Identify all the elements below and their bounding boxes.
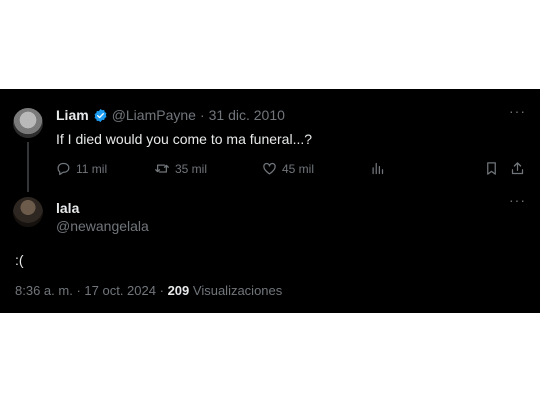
tweet-header: Liam @LiamPayne · 31 dic. 2010 <box>56 107 285 123</box>
views-label[interactable]: Visualizaciones <box>193 283 282 298</box>
reply-author-name[interactable]: lala <box>56 200 79 216</box>
reply-date[interactable]: 17 oct. 2024 <box>84 283 156 298</box>
like-button[interactable]: 45 mil <box>262 161 370 176</box>
separator-dot: · <box>159 283 164 298</box>
tweet-text: If I died would you come to ma funeral..… <box>56 131 313 147</box>
reply-icon <box>56 161 71 176</box>
bookmark-icon[interactable] <box>484 161 499 176</box>
more-icon[interactable]: ··· <box>509 103 526 119</box>
avatar[interactable] <box>13 108 43 138</box>
tweet-date[interactable]: 31 dic. 2010 <box>209 107 285 123</box>
like-icon <box>262 161 277 176</box>
retweet-button[interactable]: 35 mil <box>154 161 262 176</box>
like-count: 45 mil <box>282 161 315 176</box>
separator-dot: · <box>76 283 81 298</box>
verified-badge-icon <box>93 108 108 123</box>
reply-author-handle[interactable]: @newangelala <box>56 218 149 234</box>
separator-dot: · <box>199 107 205 123</box>
avatar[interactable] <box>13 197 43 227</box>
more-icon[interactable]: ··· <box>509 192 526 208</box>
author-handle[interactable]: @LiamPayne <box>112 107 196 123</box>
tweet-actions: 11 mil 35 mil 45 mil <box>56 161 478 176</box>
author-name[interactable]: Liam <box>56 107 89 123</box>
reply-text: :( <box>15 252 24 268</box>
reply-time[interactable]: 8:36 a. m. <box>15 283 73 298</box>
retweet-icon <box>154 161 170 176</box>
share-icon[interactable] <box>510 161 525 176</box>
reply-button[interactable]: 11 mil <box>56 161 154 176</box>
reply-count: 11 mil <box>76 161 108 176</box>
views-count: 209 <box>167 283 190 298</box>
reply-meta: 8:36 a. m. · 17 oct. 2024 · 209 Visualiz… <box>15 283 282 298</box>
retweet-count: 35 mil <box>175 161 208 176</box>
tweet-thread: Liam @LiamPayne · 31 dic. 2010 ··· If I … <box>0 89 540 313</box>
views-button[interactable] <box>370 161 478 176</box>
thread-line <box>27 142 29 192</box>
views-icon <box>370 161 385 176</box>
